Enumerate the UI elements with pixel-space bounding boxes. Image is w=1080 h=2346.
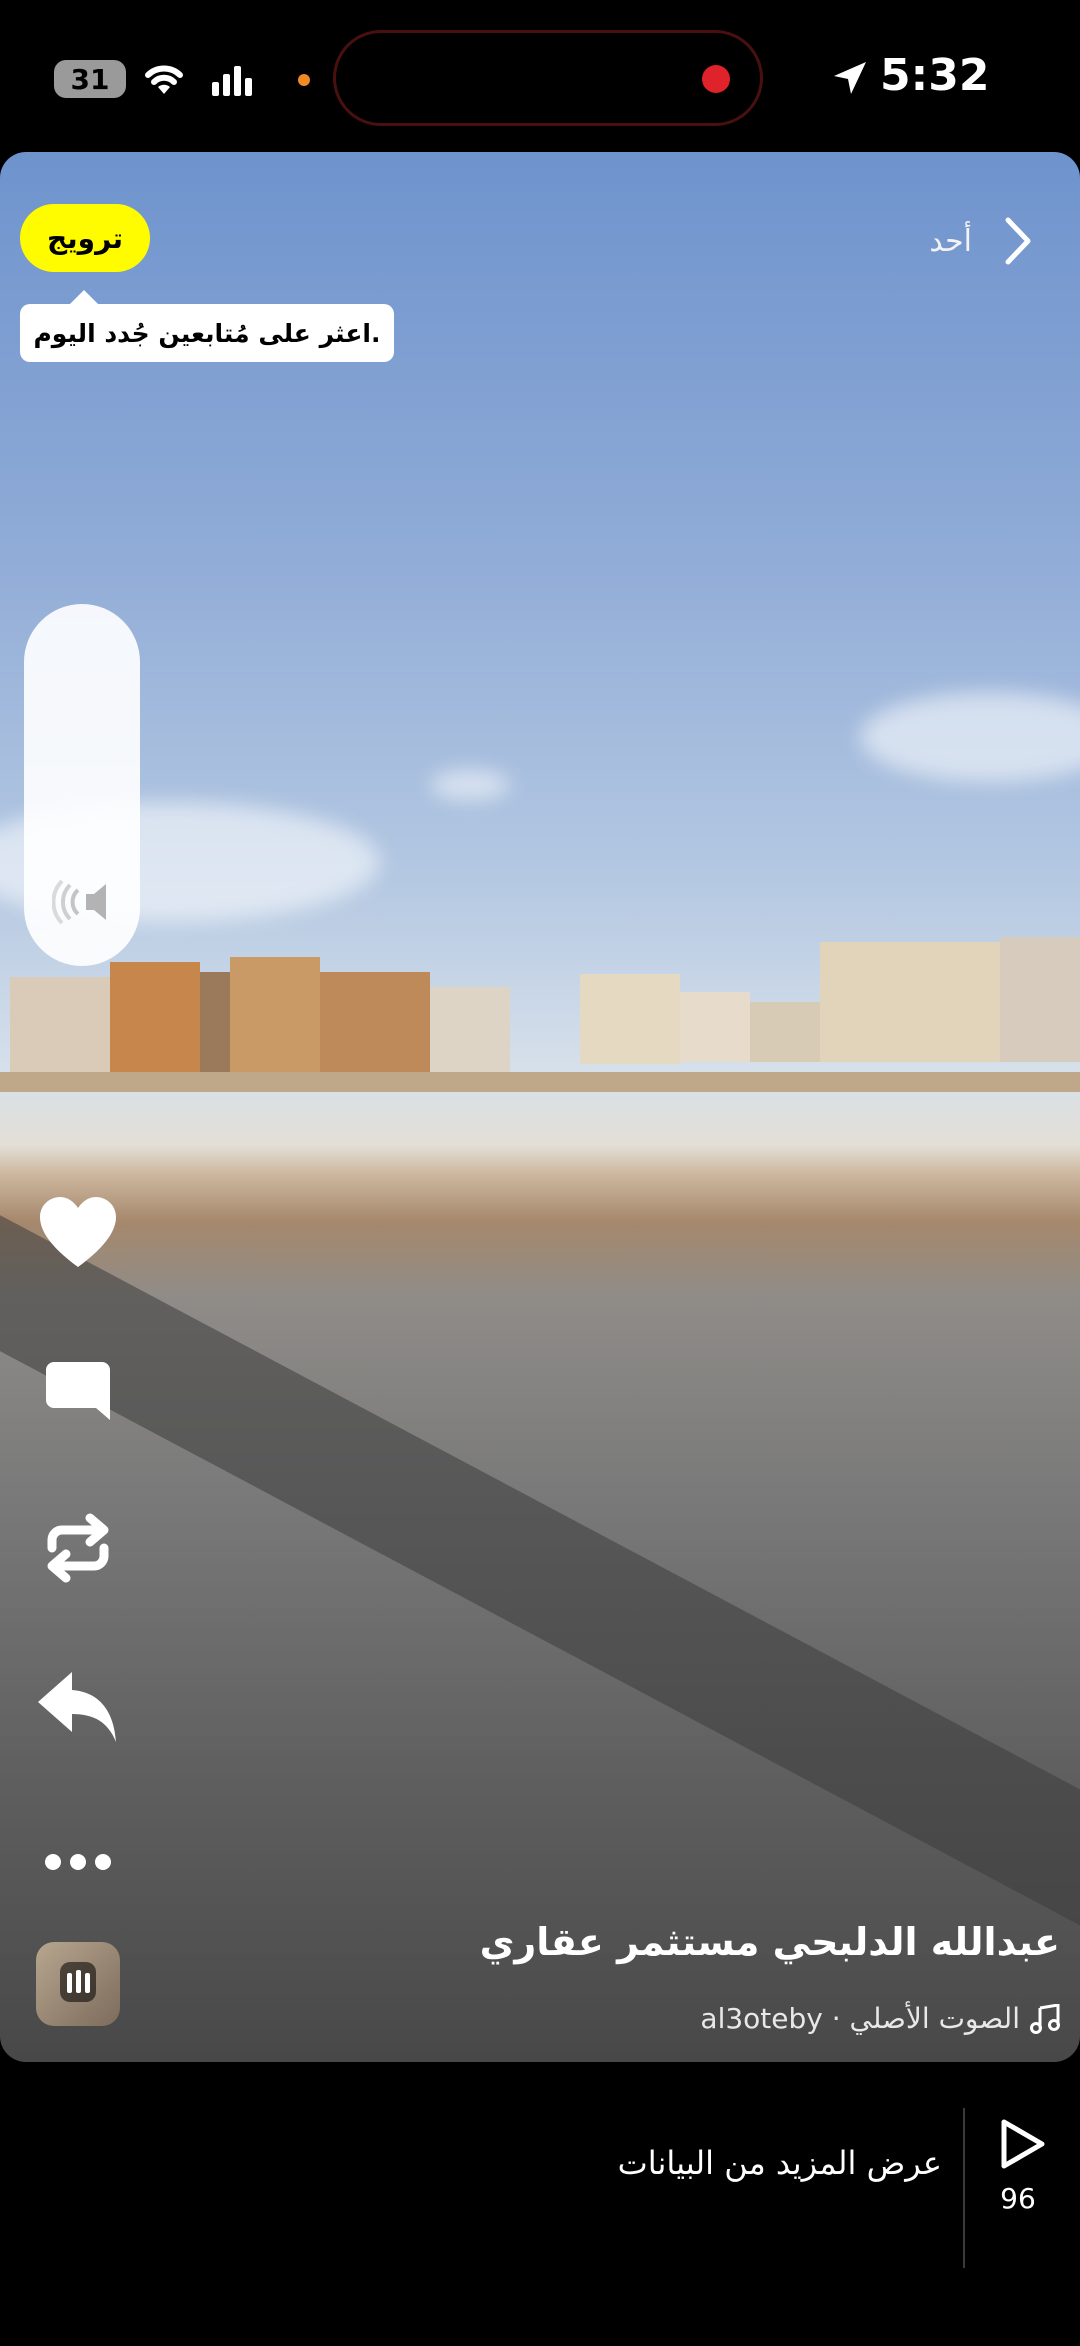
- repost-icon[interactable]: [40, 1510, 116, 1586]
- plays-count: 96: [1000, 2182, 1036, 2215]
- play-icon[interactable]: [994, 2116, 1050, 2172]
- dynamic-island: [333, 30, 763, 126]
- music-info[interactable]: الصوت الأصلي · al3oteby: [700, 2002, 1060, 2035]
- video-caption[interactable]: عبدالله الدلبحي مستثمر عقاري: [480, 1920, 1060, 1964]
- wifi-icon: [145, 65, 183, 94]
- battery-level: 31: [70, 62, 110, 96]
- recording-dot: [702, 65, 730, 93]
- view-more-data-link[interactable]: عرض المزيد من البيانات: [618, 2144, 942, 2182]
- buildings-skyline: [0, 937, 1080, 1092]
- status-time: 5:32: [880, 50, 990, 101]
- promote-tooltip: اعثر على مُتابعين جُدد اليوم.: [20, 290, 394, 362]
- audio-bars-icon: [60, 1962, 96, 2002]
- battery-indicator: 31: [54, 60, 126, 98]
- speaker-icon: [52, 880, 106, 924]
- cellular-signal-icon: [212, 66, 252, 96]
- share-icon[interactable]: [38, 1672, 118, 1744]
- road-marking: [0, 1162, 1080, 1973]
- comment-icon[interactable]: [46, 1362, 110, 1430]
- cloud: [860, 692, 1080, 782]
- promote-button[interactable]: ترويج: [20, 204, 150, 272]
- location-arrow-icon: [834, 62, 866, 94]
- bottom-bar: عرض المزيد من البيانات 96: [0, 2062, 1080, 2346]
- music-text: الصوت الأصلي · al3oteby: [700, 2002, 1020, 2035]
- video-player[interactable]: ترويج اعثر على مُتابعين جُدد اليوم. أحد: [0, 152, 1080, 2062]
- music-note-icon: [1030, 2003, 1060, 2034]
- privacy-indicator-dot: [298, 74, 310, 86]
- volume-slider[interactable]: [24, 604, 140, 966]
- divider: [963, 2108, 965, 2268]
- heart-icon[interactable]: [38, 1197, 118, 1269]
- day-label: أحد: [929, 224, 972, 259]
- sound-avatar[interactable]: [36, 1942, 120, 2026]
- status-bar: 31 5:32: [0, 0, 1080, 150]
- chevron-right-icon[interactable]: [1000, 216, 1036, 266]
- cloud: [430, 770, 510, 800]
- more-icon[interactable]: [43, 1852, 113, 1872]
